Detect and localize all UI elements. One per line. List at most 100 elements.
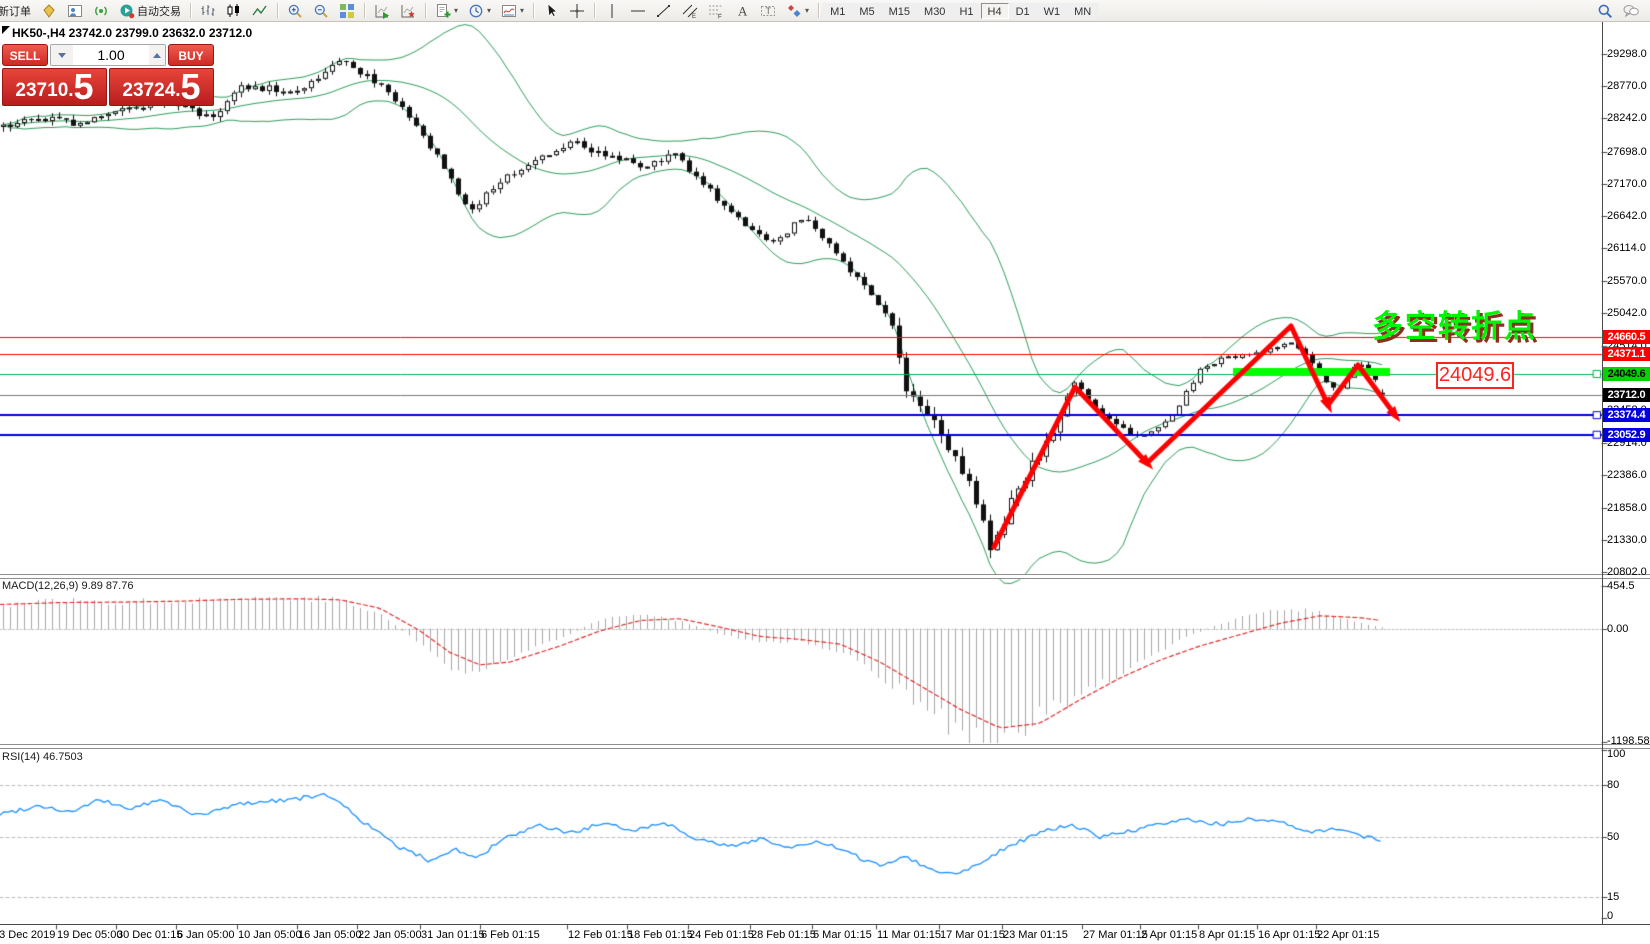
triangle-up-icon	[153, 49, 161, 58]
volume-increase-button[interactable]	[149, 45, 165, 65]
period-menu-button[interactable]: ▾	[463, 2, 496, 20]
rsi-axis-label: 50	[1607, 831, 1619, 843]
fibonacci-button[interactable]	[703, 2, 729, 20]
price-axis-label: 27698.0	[1607, 146, 1647, 158]
toolbar-group-chart-type	[195, 0, 273, 21]
time-axis-label: 5 Mar 01:15	[813, 929, 872, 941]
time-axis-label: 19 Dec 05:00	[57, 929, 122, 941]
trend-icon	[656, 3, 672, 19]
timeframe-m30-button[interactable]: M30	[917, 3, 952, 19]
sell-button[interactable]: SELL	[2, 44, 48, 66]
navigator-icon	[67, 3, 83, 19]
volume-decrease-button[interactable]	[51, 45, 73, 65]
main-macd-separator[interactable]	[0, 574, 1650, 579]
candle-chart-button[interactable]	[221, 2, 247, 20]
time-axis-label: 8 Apr 01:15	[1199, 929, 1255, 941]
market-watch-button[interactable]	[36, 2, 62, 20]
timeframe-mn-button[interactable]: MN	[1067, 3, 1098, 19]
line-chart-button[interactable]	[247, 2, 273, 20]
rsi-axis-label: 15	[1607, 891, 1619, 903]
one-click-trading-panel: SELL 1.00 BUY 23710.5 23724.5	[2, 44, 214, 106]
dropdown-arrow-icon: ▾	[520, 6, 524, 15]
buy-button[interactable]: BUY	[168, 44, 214, 66]
label-button[interactable]	[755, 2, 781, 20]
clock-icon	[468, 3, 484, 19]
macd-indicator-label: MACD(12,26,9) 9.89 87.76	[2, 580, 133, 592]
chart-canvas[interactable]	[0, 0, 1650, 944]
shapes-icon	[786, 3, 802, 19]
autotrade-icon	[119, 3, 135, 19]
timeframe-w1-button[interactable]: W1	[1037, 3, 1068, 19]
shapes-button[interactable]: ▾	[781, 2, 814, 20]
volume-stepper: 1.00	[50, 44, 166, 66]
indicators-button[interactable]: ▾	[496, 2, 529, 20]
time-axis-label: 11 Mar 01:15	[877, 929, 941, 941]
toolbar: 新订单自动交易▾▾▾▾M1M5M15M30H1H4D1W1MN	[0, 0, 1650, 22]
toolbar-group-file: 新订单 自动交易	[0, 0, 186, 21]
time-axis-label: 16 Apr 01:15	[1258, 929, 1320, 941]
price-axis-label: 25570.0	[1607, 275, 1647, 287]
buy-price-button[interactable]: 23724.5	[109, 68, 214, 106]
rsi-axis-label: 100	[1607, 748, 1625, 760]
tiles-icon	[339, 3, 355, 19]
auto-scroll-button[interactable]	[369, 2, 395, 20]
new-order-button[interactable]: 新订单	[0, 2, 36, 20]
fibo-icon	[708, 3, 724, 19]
toolbar-group-pointer	[538, 0, 590, 21]
timeframe-m1-button[interactable]: M1	[823, 3, 852, 19]
price-axis-label: 21858.0	[1607, 502, 1647, 514]
macd-axis-label: 454.5	[1607, 580, 1635, 592]
price-axis-label: 27170.0	[1607, 178, 1647, 190]
timeframe-h4-button[interactable]: H4	[981, 3, 1009, 19]
search-button[interactable]	[1592, 2, 1618, 20]
price-axis-label: 28242.0	[1607, 112, 1647, 124]
time-axis-label: 22 Jan 05:00	[358, 929, 422, 941]
sell-price-button[interactable]: 23710.5	[2, 68, 107, 106]
macd-rsi-separator[interactable]	[0, 744, 1650, 749]
vertical-line-button[interactable]	[599, 2, 625, 20]
tile-windows-button[interactable]	[334, 2, 360, 20]
time-axis-label: 17 Mar 01:15	[940, 929, 1005, 941]
horizontal-line-button[interactable]	[625, 2, 651, 20]
annotation-text: 多空转折点	[1372, 301, 1537, 346]
timeframe-m15-button[interactable]: M15	[882, 3, 917, 19]
mt4-terminal: { "toolbar":{ "groups":[ {"name":"file",…	[0, 0, 1650, 944]
hline-icon	[630, 3, 646, 19]
price-level-badge: 23374.4	[1603, 408, 1650, 422]
bar-chart-button[interactable]	[195, 2, 221, 20]
timeframe-d1-button[interactable]: D1	[1009, 3, 1037, 19]
vline-icon	[604, 3, 620, 19]
timeframe-h1-button[interactable]: H1	[952, 3, 980, 19]
zoom-out-button[interactable]	[308, 2, 334, 20]
trendline-button[interactable]	[651, 2, 677, 20]
chat-button[interactable]	[1618, 2, 1644, 20]
time-axis-border	[0, 924, 1650, 925]
rsi-axis-label: 80	[1607, 779, 1619, 791]
time-axis-label: 27 Mar 01:15	[1083, 929, 1148, 941]
text-button[interactable]	[729, 2, 755, 20]
rsi-indicator-label: RSI(14) 46.7503	[2, 751, 83, 763]
volume-value[interactable]: 1.00	[73, 45, 149, 65]
time-axis-label: 22 Apr 01:15	[1317, 929, 1379, 941]
time-axis-label: 16 Jan 05:00	[298, 929, 362, 941]
time-axis-label: 10 Jan 05:00	[238, 929, 302, 941]
macd-axis-label: -1198.58	[1607, 735, 1650, 747]
timeframe-m5-button[interactable]: M5	[852, 3, 881, 19]
sell-price-int: 23710	[15, 81, 68, 100]
crosshair-button[interactable]	[564, 2, 590, 20]
chart-shift-button[interactable]	[395, 2, 421, 20]
autotrading-button[interactable]: 自动交易	[114, 2, 186, 20]
chartplay-icon	[374, 3, 390, 19]
signal-button[interactable]	[88, 2, 114, 20]
price-axis-label: 21330.0	[1607, 534, 1647, 546]
channel-button[interactable]	[677, 2, 703, 20]
chartstar-icon	[400, 3, 416, 19]
toolbar-separator	[364, 3, 365, 18]
navigator-button[interactable]	[62, 2, 88, 20]
price-level-badge: 24660.5	[1603, 330, 1650, 344]
cursor-button[interactable]	[538, 2, 564, 20]
macd-axis-label: 0.00	[1607, 623, 1628, 635]
new-chart-button[interactable]: ▾	[430, 2, 463, 20]
price-axis-label: 26642.0	[1607, 210, 1647, 222]
zoom-in-button[interactable]	[282, 2, 308, 20]
